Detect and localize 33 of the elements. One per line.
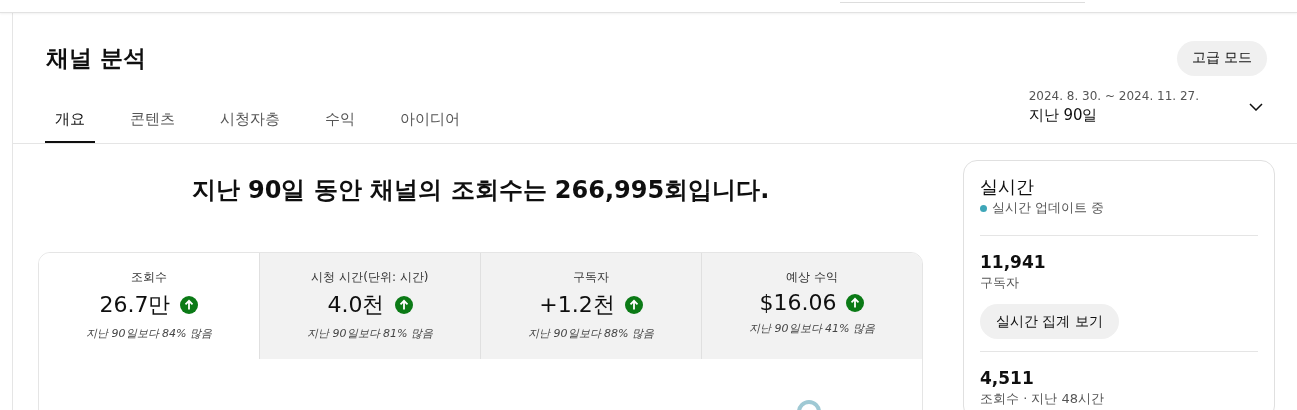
- metric-comparison: 지난 90일보다 41% 많음: [749, 321, 875, 336]
- tab[interactable]: 수익: [315, 100, 365, 143]
- realtime-title: 실시간: [980, 175, 1035, 199]
- metric-card[interactable]: 시청 시간(단위: 시간) 4.0천 지난 90일보다 81% 많음: [259, 253, 480, 359]
- date-range: 2024. 8. 30. ~ 2024. 11. 27.: [1028, 89, 1199, 103]
- metric-card[interactable]: 예상 수익 $16.06 지난 90일보다 41% 많음: [701, 253, 922, 359]
- stat-value: 11,941: [980, 252, 1046, 272]
- metric-value: +1.2천: [539, 291, 615, 319]
- tab[interactable]: 아이디어: [390, 100, 470, 143]
- metric-label: 구독자: [573, 269, 609, 286]
- metric-label: 예상 수익: [786, 269, 838, 286]
- realtime-status: 실시간 업데이트 중: [992, 199, 1105, 217]
- tab[interactable]: 개요: [45, 100, 95, 143]
- tab[interactable]: 시청자층: [210, 100, 290, 143]
- chevron-down-icon[interactable]: [1249, 103, 1263, 111]
- stat-value: 4,511: [980, 368, 1034, 388]
- tab[interactable]: 콘텐츠: [120, 100, 185, 143]
- stat-label: 구독자: [980, 274, 1019, 292]
- page-title: 채널 분석: [46, 43, 146, 73]
- stat-label: 조회수 · 지난 48시간: [980, 390, 1105, 408]
- metric-value: $16.06: [759, 290, 837, 315]
- metric-label: 조회수: [131, 269, 167, 286]
- realtime-count-button[interactable]: 실시간 집계 보기: [980, 304, 1119, 339]
- headline: 지난 90일 동안 채널의 조회수는 266,995회입니다.: [190, 175, 771, 206]
- metric-comparison: 지난 90일보다 81% 많음: [307, 326, 433, 341]
- metric-label: 시청 시간(단위: 시간): [311, 269, 429, 286]
- metric-value: 4.0천: [327, 291, 385, 319]
- metric-value: 26.7만: [99, 291, 171, 319]
- advanced-mode-button[interactable]: 고급 모드: [1176, 40, 1267, 76]
- metric-comparison: 지난 90일보다 88% 많음: [528, 326, 654, 341]
- metric-comparison: 지난 90일보다 84% 많음: [86, 326, 212, 341]
- date-period[interactable]: 지난 90일: [1028, 106, 1199, 125]
- metric-card[interactable]: 구독자 +1.2천 지난 90일보다 88% 많음: [480, 253, 701, 359]
